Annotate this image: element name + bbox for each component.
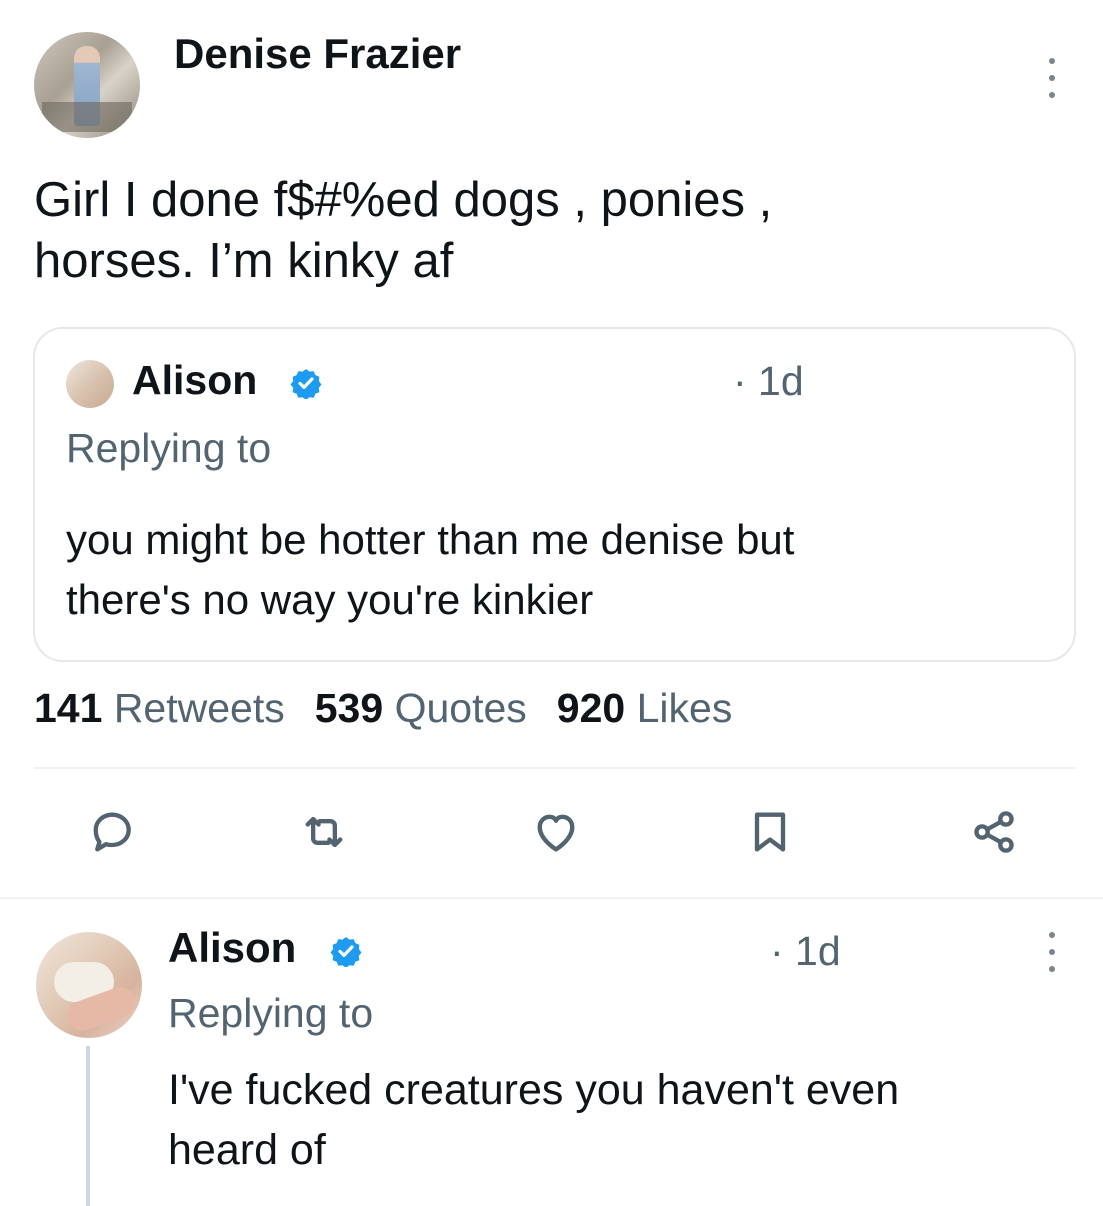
likes-count: 920 [556,685,626,731]
reply-author-name[interactable]: Alison [168,924,296,972]
author-name[interactable]: Denise Frazier [174,30,461,78]
more-options-icon[interactable] [1042,58,1062,98]
share-icon[interactable] [968,806,1020,858]
likes-label: Likes [636,685,733,731]
thread-connector-line [86,1046,90,1206]
quoted-text-line: you might be hotter than me denise but [66,516,795,563]
verified-badge-icon [330,935,362,968]
reply-replying-to: Replying to [168,990,374,1036]
quoted-text-line: there's no way you're kinkier [66,576,594,623]
author-avatar[interactable] [34,32,140,138]
tweet-text-line: Girl I done f$#%ed dogs , ponies , [34,173,773,227]
retweets-label: Retweets [113,685,285,731]
more-options-icon[interactable] [1042,932,1062,972]
reply-tweet-time: · 1d [770,928,841,974]
quoted-tweet-text: you might be hotter than me denise but t… [66,510,794,630]
quoted-tweet-time: · 1d [733,358,804,404]
tweet-text: Girl I done f$#%ed dogs , ponies , horse… [34,170,772,292]
reply-tweet-text: I've fucked creatures you haven't even h… [168,1060,899,1180]
quoted-author-name: Alison [132,357,258,403]
bookmark-icon[interactable] [744,806,796,858]
quotes-stat[interactable]: 539 Quotes [315,685,527,732]
likes-stat[interactable]: 920 Likes [557,685,733,732]
divider [34,767,1076,769]
reply-icon[interactable] [86,806,138,858]
tweet-text-line: horses. I’m kinky af [34,234,454,288]
tweet-stats: 141 Retweets 539 Quotes 920 Likes [34,685,732,732]
reply-author-avatar[interactable] [36,932,142,1038]
divider [0,897,1103,899]
heart-icon[interactable] [530,806,582,858]
quotes-label: Quotes [394,685,527,731]
quoted-author-avatar [66,360,114,408]
verified-badge-icon [290,367,322,400]
quoted-replying-to: Replying to [66,425,272,471]
reply-text-line: heard of [168,1126,326,1174]
quotes-count: 539 [314,685,384,731]
retweets-stat[interactable]: 141 Retweets [34,685,285,732]
retweet-icon[interactable] [298,806,350,858]
retweets-count: 141 [34,685,103,731]
reply-text-line: I've fucked creatures you haven't even [168,1066,900,1114]
avatar-photo-background [42,102,132,132]
